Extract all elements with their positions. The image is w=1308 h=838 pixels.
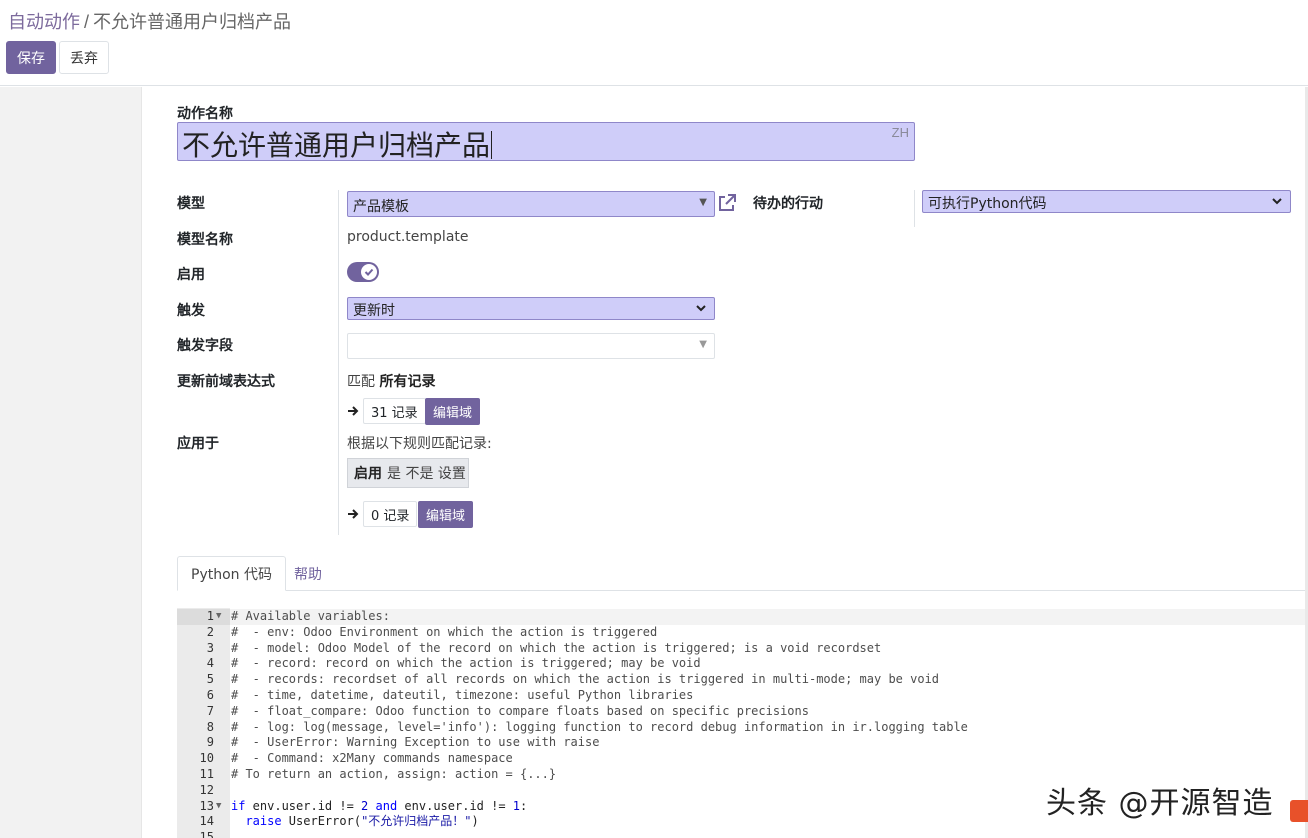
line-number: 2	[206, 624, 214, 639]
language-badge[interactable]: ZH	[892, 125, 909, 140]
code-line[interactable]: 4 # - record: record on which the action …	[177, 656, 1305, 672]
model-label: 模型	[177, 196, 205, 212]
watermark-text: 头条 @开源智造	[1046, 786, 1274, 821]
todo-action-select[interactable]: 可执行Python代码	[922, 190, 1291, 213]
active-toggle[interactable]	[347, 262, 379, 282]
code-line[interactable]: 15	[177, 830, 1305, 838]
save-button[interactable]: 保存	[6, 41, 56, 74]
external-link-icon[interactable]	[716, 192, 738, 214]
code-line[interactable]: 2 # - env: Odoo Environment on which the …	[177, 625, 1305, 641]
code-text: # - Command: x2Many commands namespace	[231, 751, 513, 766]
line-number: 1	[177, 609, 214, 625]
code-line[interactable]: 7 # - float_compare: Odoo function to com…	[177, 704, 1305, 720]
line-number: 10	[199, 751, 214, 766]
pre-domain-label: 更新前域表达式	[177, 374, 275, 390]
trigger-fields-input[interactable]: ▼	[347, 333, 715, 359]
text-caret	[491, 131, 493, 159]
code-line[interactable]: 3 # - model: Odoo Model of the record on …	[177, 641, 1305, 657]
trigger-label: 触发	[177, 303, 205, 319]
code-text: # - model: Odoo Model of the record on w…	[231, 640, 882, 655]
domain-rule-tag[interactable]: 启用 是 不是 设置	[347, 458, 469, 488]
tabs-divider	[177, 590, 1305, 591]
toggle-knob	[361, 264, 377, 280]
check-icon	[364, 268, 374, 276]
code-text: # - UserError: Warning Exception to use …	[231, 735, 600, 750]
line-number: 6	[206, 688, 214, 702]
apply-on-description: 根据以下规则匹配记录:	[347, 436, 492, 452]
breadcrumb-current: 不允许普通用户归档产品	[93, 12, 292, 32]
discard-button[interactable]: 丢弃	[59, 41, 109, 74]
pre-domain-match: 所有记录	[379, 374, 436, 390]
todo-action-value: 可执行Python代码	[928, 196, 1047, 212]
code-text: # Available variables:	[231, 609, 390, 623]
code-text: # - log: log(message, level='info'): log…	[231, 719, 968, 734]
edit-pre-domain-button[interactable]: 编辑域	[425, 398, 481, 425]
breadcrumb-separator: /	[84, 12, 90, 32]
active-label: 启用	[177, 267, 205, 283]
line-number: 7	[206, 703, 214, 718]
pre-domain-record-count[interactable]: 31 记录	[363, 398, 426, 424]
watermark-logo	[1290, 800, 1308, 822]
todo-action-label: 待办的行动	[753, 196, 823, 212]
line-number: 12	[199, 782, 214, 797]
caret-down-icon: ▼	[699, 197, 707, 208]
code-text: # - records: recordset of all records on…	[231, 672, 940, 687]
code-line[interactable]: 9 # - UserError: Warning Exception to use…	[177, 735, 1305, 751]
field-divider	[338, 190, 339, 535]
code-line[interactable]: 5 # - records: recordset of all records o…	[177, 672, 1305, 688]
code-text: # - record: record on which the action i…	[231, 656, 701, 671]
code-text: # - env: Odoo Environment on which the a…	[231, 624, 658, 639]
apply-on-label: 应用于	[177, 436, 219, 452]
code-line[interactable]: 1 ▼ # Available variables:	[177, 609, 1305, 625]
breadcrumb: 自动动作 / 不允许普通用户归档产品	[8, 8, 291, 34]
fold-toggle-icon[interactable]: ▼	[216, 609, 221, 625]
line-number: 5	[206, 672, 214, 687]
line-number: 3	[206, 640, 214, 655]
field-divider-right	[914, 190, 915, 227]
left-background	[0, 87, 142, 838]
control-panel: 自动动作 / 不允许普通用户归档产品 保存 丢弃	[0, 0, 1308, 86]
pre-domain-summary: 匹配 所有记录	[347, 371, 435, 391]
model-value: 产品模板	[353, 199, 409, 215]
code-text: # - float_compare: Odoo function to comp…	[231, 703, 809, 718]
domain-rule-field: 启用	[354, 466, 382, 482]
model-name-label: 模型名称	[177, 232, 233, 248]
action-name-label: 动作名称	[177, 106, 233, 122]
action-name-value: 不允许普通用户归档产品	[182, 129, 491, 162]
trigger-fields-label: 触发字段	[177, 338, 233, 354]
line-number: 13	[199, 798, 214, 813]
chevron-down-icon	[696, 305, 706, 312]
trigger-value: 更新时	[353, 303, 395, 319]
pre-domain-prefix: 匹配	[347, 374, 375, 390]
model-select[interactable]: 产品模板 ▼	[347, 191, 715, 217]
tab-python-code[interactable]: Python 代码	[177, 556, 286, 591]
code-text: # To return an action, assign: action = …	[231, 767, 557, 781]
chevron-down-icon	[1272, 198, 1282, 205]
breadcrumb-parent-link[interactable]: 自动动作	[8, 12, 80, 32]
domain-rule-text: 是 不是 设置	[387, 466, 466, 482]
action-name-input[interactable]: 不允许普通用户归档产品 ZH	[177, 122, 915, 162]
code-line[interactable]: 6 # - time, datetime, dateutil, timezone:…	[177, 688, 1305, 704]
code-text: if env.user.id != 2 and env.user.id != 1…	[231, 798, 528, 813]
code-line[interactable]: 8 # - log: log(message, level='info'): lo…	[177, 720, 1305, 736]
arrow-right-icon	[348, 406, 359, 416]
fold-toggle-icon[interactable]: ▼	[216, 799, 221, 815]
line-number: 9	[206, 735, 214, 750]
code-text: raise UserError("不允许归档产品！")	[245, 814, 479, 829]
line-number: 11	[199, 767, 214, 781]
trigger-select[interactable]: 更新时	[347, 297, 715, 320]
arrow-right-icon	[348, 509, 359, 519]
caret-down-icon: ▼	[699, 339, 707, 350]
apply-record-count[interactable]: 0 记录	[363, 501, 418, 527]
line-number: 4	[206, 656, 214, 671]
tab-help[interactable]: 帮助	[281, 556, 335, 591]
line-number: 8	[206, 719, 214, 734]
code-text: # - time, datetime, dateutil, timezone: …	[231, 688, 694, 702]
edit-apply-domain-button[interactable]: 编辑域	[418, 501, 474, 528]
code-line[interactable]: 10 # - Command: x2Many commands namespace	[177, 751, 1305, 767]
line-number: 14	[199, 814, 214, 829]
line-number: 15	[199, 830, 214, 838]
model-name-value: product.template	[347, 229, 469, 245]
